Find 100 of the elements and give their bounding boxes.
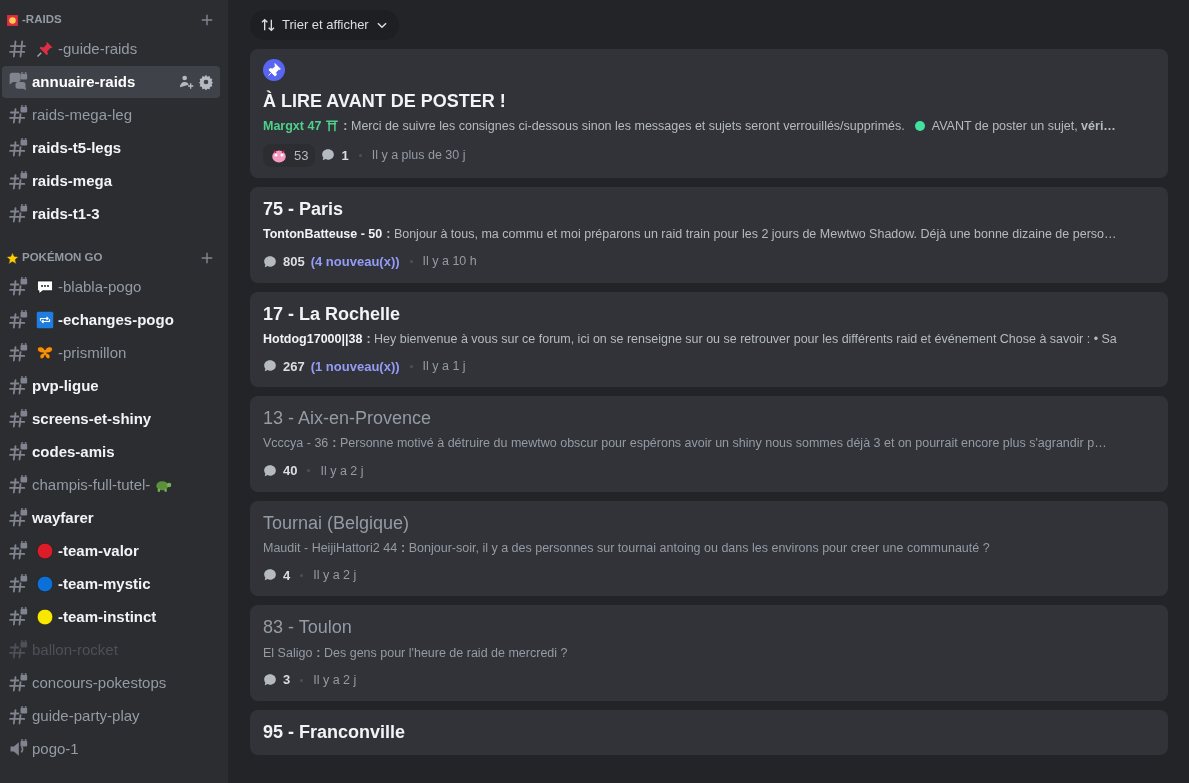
channel-item[interactable]: wayfarer bbox=[2, 502, 220, 534]
add-member-icon bbox=[178, 74, 194, 90]
locked-hashtag-icon bbox=[8, 607, 28, 627]
post-card[interactable]: 17 - La Rochelle Hotdog17000||38 : Hey bienvenue à vous sur ce forum, ici on se renseigne sur ou se retrouver pour les différents raid et événement Chose à savoir : • Sa 267 (1 nouveau(x)) Il y a 1 j bbox=[250, 291, 1168, 388]
author-name: Margxt 47 bbox=[263, 117, 322, 135]
channel-item[interactable]: raids-t5-legs bbox=[2, 132, 220, 164]
channel-name: -blabla-pogo bbox=[58, 276, 142, 297]
post-preview: : Des gens pour l'heure de raid de mercredi ? bbox=[316, 644, 568, 662]
category-name: POKÉMON GO bbox=[22, 250, 104, 266]
author-name: Vcccya - 36 bbox=[263, 435, 329, 453]
channel-name: raids-t1-3 bbox=[32, 203, 100, 224]
channel-name: -team-valor bbox=[58, 540, 139, 561]
status-dot bbox=[914, 121, 925, 132]
post-title: 17 - La Rochelle bbox=[263, 302, 402, 326]
channel-item[interactable]: screens-et-shiny bbox=[2, 403, 220, 435]
author-name: TontonBatteuse - 50 bbox=[263, 226, 383, 244]
locked-hashtag-icon bbox=[8, 442, 28, 462]
channel-item[interactable]: raids-t1-3 bbox=[2, 198, 220, 230]
chat-bubble-icon bbox=[321, 148, 336, 163]
gate-icon bbox=[325, 119, 340, 134]
channel-item[interactable]: pvp-ligue bbox=[2, 370, 220, 402]
channel-item[interactable]: raids-mega-leg bbox=[2, 99, 220, 131]
reply-count: 1 bbox=[341, 146, 349, 165]
post-card[interactable]: 13 - Aix-en-Provence Vcccya - 36 : Personne motivé à détruire du mewtwo obscur pour espérons avoir un shiny nous sommes déjà 3 et on pourrait encore plus s'agrandir p… 40 Il y a 2 j bbox=[250, 396, 1168, 492]
channel-name: -guide-raids bbox=[58, 38, 138, 59]
post-title: 75 - Paris bbox=[263, 198, 345, 222]
reply-count: 805 bbox=[283, 253, 305, 272]
author-name: El Saligo bbox=[263, 644, 313, 662]
post-preview: : Bonjour-soir, il y a des personnes sur tournai antoing ou dans les environs pour creer une communauté ? bbox=[401, 540, 990, 557]
reply-count: 4 bbox=[283, 566, 291, 585]
channel-item[interactable]: pogo-1 bbox=[2, 733, 220, 765]
channel-item[interactable]: -prismillon bbox=[2, 337, 220, 369]
channel-name: raids-mega-leg bbox=[32, 104, 133, 125]
channel-item[interactable]: concours-pokestops bbox=[2, 667, 220, 699]
sort-button[interactable]: Trier et afficher bbox=[250, 10, 399, 40]
butterfly-icon bbox=[36, 344, 54, 362]
channel-name: -prismillon bbox=[58, 342, 127, 363]
reaction-button[interactable]: 53 bbox=[263, 143, 316, 168]
repeat-arrows-icon bbox=[36, 311, 54, 329]
locked-hashtag-icon bbox=[8, 640, 28, 660]
post-title: À LIRE AVANT DE POSTER ! bbox=[263, 89, 507, 113]
channel-name: guide-party-play bbox=[32, 705, 140, 726]
post-title: 95 - Franconville bbox=[263, 720, 407, 744]
locked-hashtag-icon bbox=[8, 343, 28, 363]
pushpin-icon bbox=[36, 40, 54, 58]
channel-item[interactable]: -team-mystic bbox=[2, 568, 220, 600]
chat-bubble-icon bbox=[263, 254, 277, 269]
channel-name: annuaire-raids bbox=[32, 71, 136, 92]
locked-hashtag-icon bbox=[8, 541, 28, 561]
star-icon bbox=[6, 251, 19, 265]
post-time: Il y a 2 j bbox=[313, 567, 357, 585]
locked-hashtag-icon bbox=[8, 706, 28, 726]
plus-icon bbox=[200, 251, 214, 265]
settings-icon bbox=[198, 74, 214, 90]
post-card[interactable]: Tournai (Belgique) Maudit - HeijiHattori2 44 : Bonjour-soir, il y a des personnes sur tournai antoing ou dans les environs pour creer une communauté ? 4 Il y a 2 j bbox=[250, 500, 1168, 597]
post-time: Il y a 10 h bbox=[422, 253, 477, 271]
channel-item[interactable]: -echanges-pogo bbox=[2, 304, 220, 336]
chat-bubble-icon bbox=[263, 568, 277, 583]
chat-bubble-icon bbox=[263, 463, 277, 478]
channel-name: raids-mega bbox=[32, 170, 113, 191]
plus-icon bbox=[200, 13, 214, 27]
channel-item[interactable]: -team-valor bbox=[2, 535, 220, 567]
post-title: 83 - Toulon bbox=[263, 616, 353, 640]
locked-hashtag-icon bbox=[8, 574, 28, 594]
sort-icon bbox=[260, 16, 276, 33]
locked-hashtag-icon bbox=[8, 204, 28, 224]
channel-item[interactable]: -blabla-pogo bbox=[2, 271, 220, 303]
locked-hashtag-icon bbox=[8, 376, 28, 396]
hashtag-icon bbox=[8, 39, 28, 59]
channel-name: -team-mystic bbox=[58, 573, 151, 594]
post-preview: : Hey bienvenue à vous sur ce forum, ici on se renseigne sur ou se retrouver pour les différents raid et événement Chose à savoir : • Sa bbox=[366, 330, 1117, 348]
channel-name: -team-instinct bbox=[58, 606, 157, 627]
post-title: 13 - Aix-en-Provence bbox=[263, 407, 433, 431]
new-replies: (1 nouveau(x)) bbox=[310, 357, 400, 376]
channel-name: screens-et-shiny bbox=[32, 408, 152, 429]
post-card[interactable]: 75 - Paris TontonBatteuse - 50 : Bonjour à tous, ma commu et moi préparons un raid train pour les 2 jours de Mewtwo Shadow. Déjà une bonne dizaine de perso… 805 (4 nouveau(x)) Il y a 10 h bbox=[250, 187, 1168, 283]
author-name: Maudit - HeijiHattori2 44 bbox=[263, 540, 398, 557]
locked-hashtag-icon bbox=[8, 105, 28, 125]
locked-hashtag-icon bbox=[8, 277, 28, 297]
category-name: -RAIDS bbox=[22, 12, 63, 28]
post-card[interactable]: 83 - Toulon El Saligo : Des gens pour l'heure de raid de mercredi ? 3 Il y a 2 j bbox=[250, 605, 1168, 701]
channel-name: -echanges-pogo bbox=[58, 309, 174, 330]
post-card[interactable]: 95 - Franconville bbox=[250, 709, 1168, 756]
channel-item[interactable]: guide-party-play bbox=[2, 700, 220, 732]
locked-hashtag-icon bbox=[8, 673, 28, 693]
channel-item[interactable]: codes-amis bbox=[2, 436, 220, 468]
channel-item[interactable]: annuaire-raids bbox=[2, 66, 220, 98]
locked-hashtag-icon bbox=[8, 138, 28, 158]
channel-item[interactable]: champis-full-tutel- bbox=[2, 469, 220, 501]
post-card[interactable]: À LIRE AVANT DE POSTER ! Margxt 47 : Merci de suivre les consignes ci-dessous sinon les messages et sujets seront verrouillés/supprimés. AVANT de poster un sujet, véri… 53 1 Il y a plus de 30 j bbox=[250, 48, 1168, 179]
post-time: Il y a 1 j bbox=[422, 358, 466, 375]
channel-item[interactable]: -team-instinct bbox=[2, 601, 220, 633]
channel-item[interactable]: -guide-raids bbox=[2, 33, 220, 65]
locked-hashtag-icon bbox=[8, 171, 28, 191]
channel-item[interactable]: raids-mega bbox=[2, 165, 220, 197]
new-replies: (4 nouveau(x)) bbox=[310, 253, 400, 272]
explosion-icon bbox=[6, 13, 19, 27]
post-time: Il y a plus de 30 j bbox=[371, 146, 466, 164]
post-preview: AVANT de poster un sujet, véri… bbox=[931, 117, 1116, 135]
channel-name: codes-amis bbox=[32, 441, 115, 462]
